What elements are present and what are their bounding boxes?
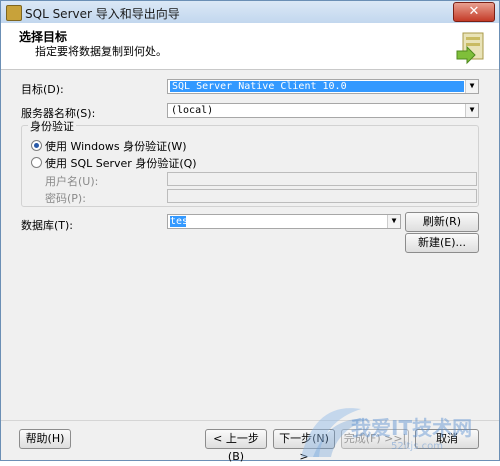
help-button[interactable]: 帮助(H) [19,429,71,449]
database-label: 数据库(T): [21,219,74,232]
wizard-header: 选择目标 指定要将数据复制到何处。 [1,23,499,70]
title-bar: SQL Server 导入和导出向导 ✕ [1,1,499,24]
next-button[interactable]: 下一步(N) > [273,429,335,463]
chevron-down-icon[interactable]: ▼ [465,104,478,117]
page-subtitle: 指定要将数据复制到何处。 [35,45,167,58]
sql-auth-label[interactable]: 使用 SQL Server 身份验证(Q) [45,155,197,171]
password-label: 密码(P): [45,192,86,205]
finish-button[interactable]: 完成(F) >>| [341,429,409,449]
database-export-icon [456,32,484,65]
database-value: test [170,216,195,227]
target-combobox[interactable]: SQL Server Native Client 10.0 ▼ [167,79,479,94]
refresh-button[interactable]: 刷新(R) [405,212,479,232]
server-name-combobox[interactable]: (local) ▼ [167,103,479,118]
windows-auth-radio[interactable] [31,140,42,151]
target-label: 目标(D): [21,83,64,96]
authentication-group-label: 身份验证 [28,118,76,134]
target-value: SQL Server Native Client 10.0 [172,81,347,92]
windows-auth-label[interactable]: 使用 Windows 身份验证(W) [45,138,187,154]
new-database-button[interactable]: 新建(E)... [405,233,479,253]
window-title: SQL Server 导入和导出向导 [25,7,180,21]
cancel-button[interactable]: 取消 [415,429,479,449]
close-button[interactable]: ✕ [453,2,495,22]
server-name-value: (local) [171,105,214,116]
password-field[interactable] [167,189,477,203]
sql-auth-radio[interactable] [31,157,42,168]
chevron-down-icon[interactable]: ▼ [465,80,478,93]
username-label: 用户名(U): [45,175,99,188]
wizard-window: SQL Server 导入和导出向导 ✕ 选择目标 指定要将数据复制到何处。 目… [0,0,500,463]
database-combobox[interactable]: test ▼ [167,214,401,229]
back-button[interactable]: < 上一步(B) [205,429,267,463]
app-icon [6,5,22,21]
chevron-down-icon[interactable]: ▼ [387,215,400,228]
username-field[interactable] [167,172,477,186]
footer-separator [1,420,499,421]
